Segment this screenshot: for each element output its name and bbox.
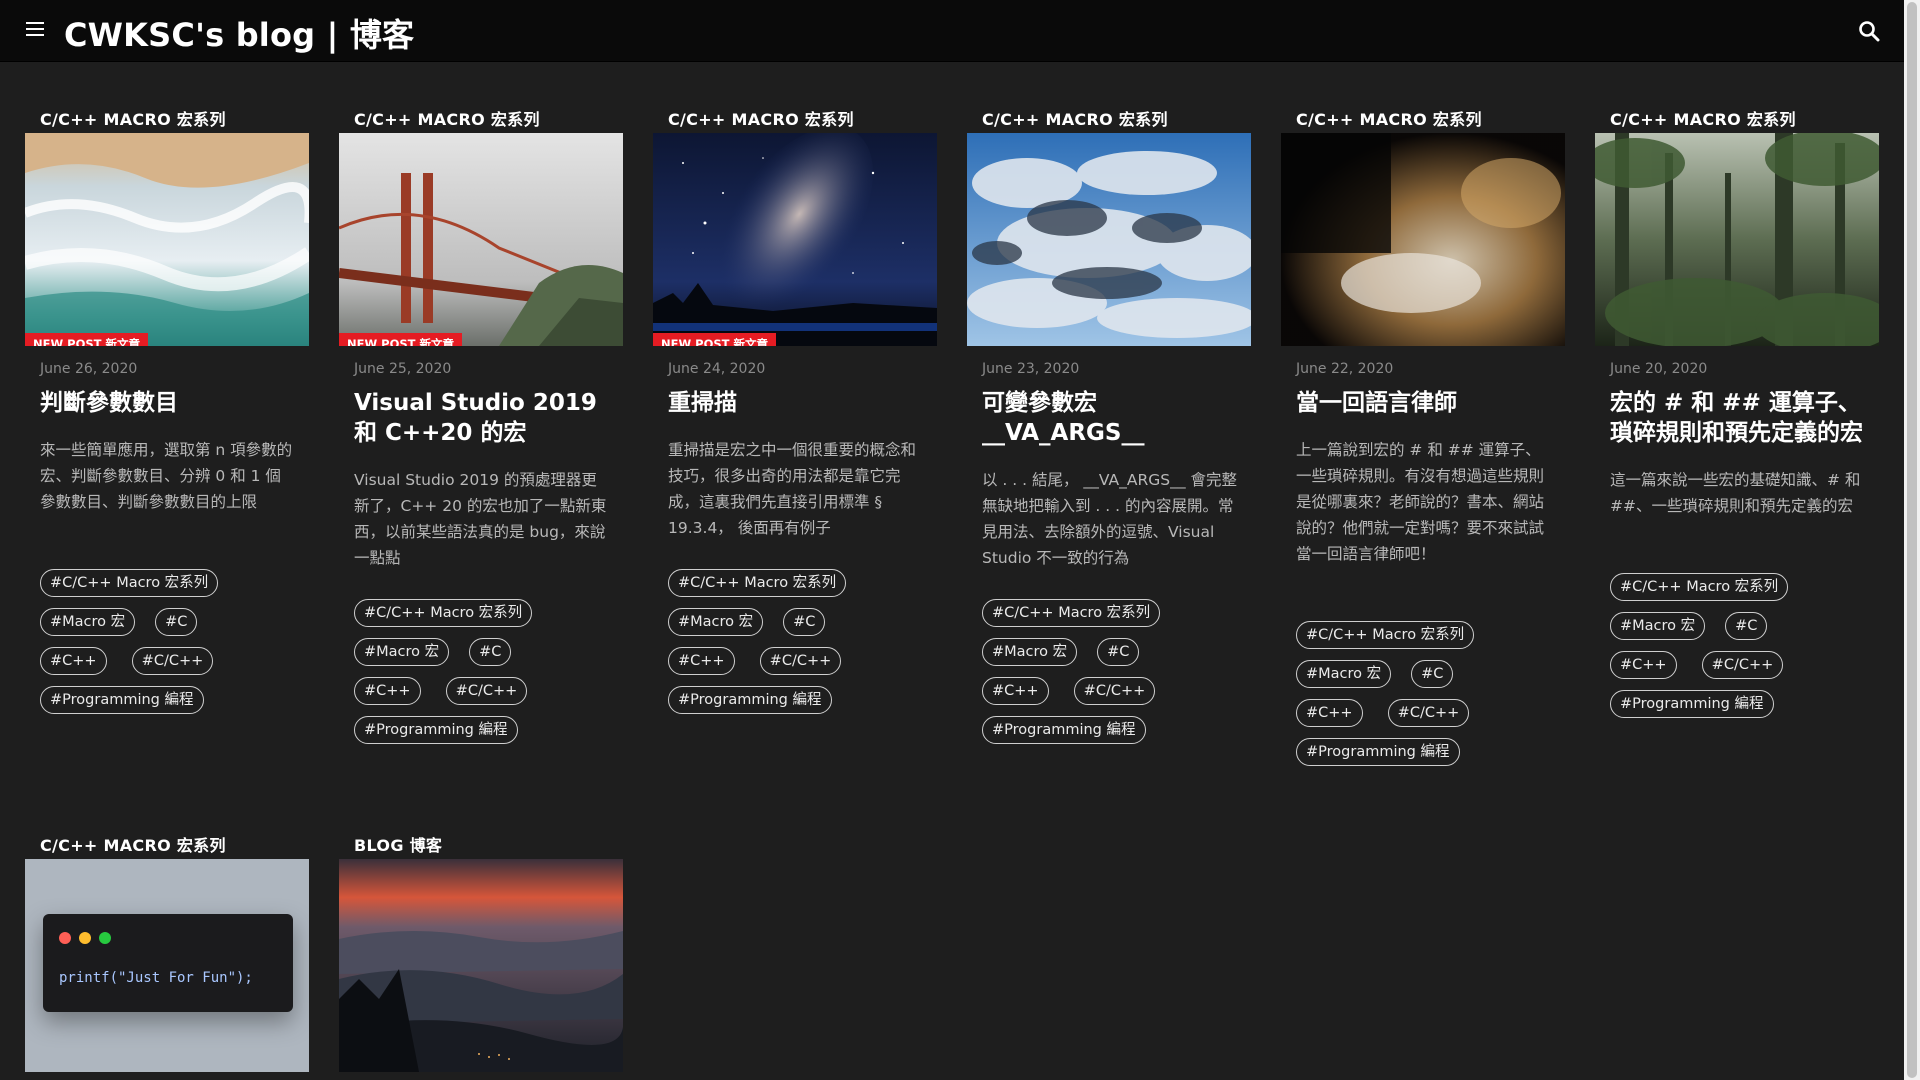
post-excerpt: 上一篇說到宏的 # 和 ## 運算子、一些瑣碎規則。有沒有想過這些規則是從哪裏來… [1296,441,1545,563]
tag-link[interactable]: #Programming 編程 [354,716,518,744]
tag-link[interactable]: #C/C++ [759,647,842,675]
post-category[interactable]: C/C++ Macro 宏系列 [982,106,1168,130]
post-thumbnail-image[interactable]: New Post 新文章 [653,133,937,346]
post-thumbnail-image[interactable] [339,859,623,1072]
post-date: June 24, 2020 [668,361,766,377]
minimize-dot-icon [79,932,91,944]
new-post-badge: New Post 新文章 [653,333,777,346]
scrollbar-thumb[interactable] [1907,2,1917,1078]
maximize-dot-icon [99,932,111,944]
tag-link[interactable]: #C/C++ [445,677,528,705]
tag-link[interactable]: #C/C++ Macro 宏系列 [1296,621,1475,649]
post-title[interactable]: 重掃描 [668,388,930,418]
tag-link[interactable]: #C/C++ Macro 宏系列 [982,599,1161,627]
post-date: June 26, 2020 [40,361,138,377]
tag-link[interactable]: #C/C++ [1701,651,1784,679]
post-card: C/C++ Macro 宏系列 June 23, 2020 可變參數宏 __VA… [967,106,1251,766]
post-category[interactable]: C/C++ Macro 宏系列 [40,106,226,130]
post-title[interactable]: 宏的 # 和 ## 運算子、瑣碎規則和預先定義的宏 [1610,388,1872,448]
post-title[interactable]: 當一回語言律師 [1296,388,1558,418]
post-category[interactable]: Blog 博客 [354,832,442,856]
post-thumbnail-image[interactable]: New Post 新文章 [25,133,309,346]
post-date: June 20, 2020 [1610,361,1708,377]
post-card: C/C++ Macro 宏系列 New Post 新文章 June 25, 20… [339,106,623,766]
code-window: printf("Just For Fun"); [43,914,293,1012]
post-date: June 22, 2020 [1296,361,1394,377]
tag-link[interactable]: #Programming 編程 [1296,738,1460,766]
tag-link[interactable]: #Programming 編程 [982,716,1146,744]
tag-link[interactable]: #C++ [354,677,421,705]
post-tags: #C/C++ Macro 宏系列 #Macro 宏 #C #C++ #C/C++ #… [1296,621,1558,777]
post-excerpt: 這一篇來說一些宏的基礎知識、# 和 ##、一些瑣碎規則和預先定義的宏 [1610,471,1861,515]
close-dot-icon [59,932,71,944]
tag-link[interactable]: #C++ [1610,651,1677,679]
tag-link[interactable]: #C [1097,638,1140,666]
tag-link[interactable]: #C++ [982,677,1049,705]
tag-link[interactable]: #C [1725,612,1768,640]
post-excerpt: 重掃描是宏之中一個很重要的概念和技巧，很多出奇的用法都是靠它完成，這裏我們先直接… [668,441,917,537]
page-scrollbar[interactable] [1904,0,1920,1080]
post-thumbnail-image[interactable] [1281,133,1565,346]
tag-link[interactable]: #C/C++ Macro 宏系列 [40,569,219,597]
post-title[interactable]: 判斷參數數目 [40,388,302,418]
post-card: C/C++ Macro 宏系列 June 22, 2020 當一回語言律師 上一… [1281,106,1565,786]
tag-link[interactable]: #C [469,638,512,666]
tag-link[interactable]: #C/C++ [1387,699,1470,727]
post-thumbnail-image[interactable] [1595,133,1879,346]
tag-link[interactable]: #C/C++ Macro 宏系列 [1610,573,1789,601]
post-title[interactable]: 可變參數宏 __VA_ARGS__ [982,388,1244,448]
site-title[interactable]: CWKSC's blog | 博客 [64,10,414,56]
post-category[interactable]: C/C++ Macro 宏系列 [1296,106,1482,130]
new-post-badge: New Post 新文章 [339,333,463,346]
post-tags: #C/C++ Macro 宏系列 #Macro 宏 #C #C++ #C/C++ #… [982,599,1244,755]
post-tags: #C/C++ Macro 宏系列 #Macro 宏 #C #C++ #C/C++ #… [40,569,302,725]
tag-link[interactable]: #C/C++ Macro 宏系列 [668,569,847,597]
post-card: C/C++ Macro 宏系列 June 20, 2020 宏的 # 和 ## … [1595,106,1879,746]
code-snippet: printf("Just For Fun"); [59,970,253,986]
post-tags: #C/C++ Macro 宏系列 #Macro 宏 #C #C++ #C/C++ #… [354,599,616,755]
tag-link[interactable]: #Macro 宏 [354,638,450,666]
tag-link[interactable]: #C/C++ Macro 宏系列 [354,599,533,627]
top-navbar: CWKSC's blog | 博客 [0,0,1904,62]
hamburger-menu-icon[interactable] [26,22,44,36]
post-tags: #C/C++ Macro 宏系列 #Macro 宏 #C #C++ #C/C++ #… [1610,573,1872,729]
tag-link[interactable]: #Macro 宏 [982,638,1078,666]
tag-link[interactable]: #C [155,608,198,636]
tag-link[interactable]: #C [1411,660,1454,688]
post-thumbnail-image[interactable]: printf("Just For Fun"); [25,859,309,1072]
tag-link[interactable]: #Programming 編程 [40,686,204,714]
post-card: Blog 博客 [339,832,623,1080]
tag-link[interactable]: #Macro 宏 [1296,660,1392,688]
post-thumbnail-image[interactable]: New Post 新文章 [339,133,623,346]
post-excerpt: 以 . . . 結尾， __VA_ARGS__ 會完整無缺地把輸入到 . . .… [982,471,1238,567]
post-date: June 23, 2020 [982,361,1080,377]
post-card: C/C++ Macro 宏系列 New Post 新文章 June 24, [653,106,937,736]
post-category[interactable]: C/C++ Macro 宏系列 [1610,106,1796,130]
new-post-badge: New Post 新文章 [25,333,149,346]
tag-link[interactable]: #C++ [40,647,107,675]
post-excerpt: Visual Studio 2019 的預處理器更新了，C++ 20 的宏也加了… [354,471,607,567]
post-card: C/C++ Macro 宏系列 printf("Just For Fun"); [25,832,309,1080]
post-category[interactable]: C/C++ Macro 宏系列 [668,106,854,130]
search-icon[interactable] [1858,20,1880,42]
post-thumbnail-image[interactable] [967,133,1251,346]
tag-link[interactable]: #Macro 宏 [1610,612,1706,640]
tag-link[interactable]: #Macro 宏 [668,608,764,636]
tag-link[interactable]: #C/C++ [131,647,214,675]
tag-link[interactable]: #C [783,608,826,636]
post-card: C/C++ Macro 宏系列 New Post 新文章 June 26, 20… [25,106,309,736]
tag-link[interactable]: #Programming 編程 [1610,690,1774,718]
tag-link[interactable]: #C/C++ [1073,677,1156,705]
post-tags: #C/C++ Macro 宏系列 #Macro 宏 #C #C++ #C/C++ #… [668,569,930,725]
tag-link[interactable]: #Macro 宏 [40,608,136,636]
post-category[interactable]: C/C++ Macro 宏系列 [354,106,540,130]
tag-link[interactable]: #C++ [668,647,735,675]
post-excerpt: 來一些簡單應用，選取第 n 項參數的宏、判斷參數數目、分辨 0 和 1 個參數數… [40,441,293,511]
tag-link[interactable]: #C++ [1296,699,1363,727]
tag-link[interactable]: #Programming 編程 [668,686,832,714]
post-category[interactable]: C/C++ Macro 宏系列 [40,832,226,856]
post-title[interactable]: Visual Studio 2019 和 C++20 的宏 [354,388,616,448]
post-date: June 25, 2020 [354,361,452,377]
